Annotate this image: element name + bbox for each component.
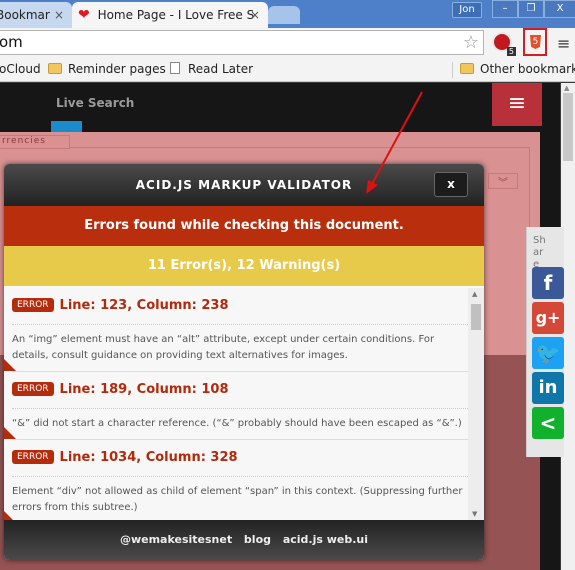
error-location: Line: 123, Column: 238	[59, 297, 229, 313]
folder-icon	[48, 63, 62, 74]
linkedin-icon: in	[538, 377, 558, 398]
facebook-icon: f	[543, 271, 553, 295]
error-badge: ERROR	[12, 382, 54, 396]
bookmarks-bar: oCloud Reminder pages Read Later Other b…	[0, 58, 575, 82]
adblock-count-badge: 5	[506, 47, 516, 56]
scrollbar-thumb[interactable]	[563, 93, 573, 161]
footer-link-twitter[interactable]: @wemakesitesnet	[120, 533, 232, 546]
folder-icon	[460, 63, 474, 74]
dialog-title: ACID.JS MARKUP VALIDATOR	[135, 178, 353, 192]
bookmark-star-icon[interactable]: ☆	[463, 31, 479, 54]
share-sidebar: Share f g+ 🐦 in <	[526, 227, 564, 457]
scroll-down-arrow-icon[interactable]: ▼	[472, 510, 477, 518]
twitter-share-button[interactable]: 🐦	[532, 337, 564, 369]
minimize-button[interactable]: –	[492, 0, 518, 18]
currencies-tab[interactable]: rrencies	[0, 135, 70, 149]
error-summary-banner: 11 Error(s), 12 Warning(s)	[4, 246, 484, 286]
url-text: om	[0, 33, 23, 51]
page-icon	[170, 62, 180, 74]
error-location: Line: 1034, Column: 328	[59, 449, 238, 465]
other-bookmarks[interactable]: Other bookmarks	[460, 62, 575, 76]
browser-tab-bar: Bookmar × ❤ Home Page - I Love Free S × …	[0, 0, 575, 28]
error-badge: ERROR	[12, 298, 54, 312]
facebook-share-button[interactable]: f	[532, 267, 564, 299]
error-alert-banner: Errors found while checking this documen…	[4, 206, 484, 246]
new-tab-button[interactable]	[268, 6, 300, 24]
scroll-up-arrow-icon[interactable]: ▲	[472, 290, 477, 298]
bookmark-label: oCloud	[0, 62, 41, 76]
html5-icon: 5	[530, 35, 541, 49]
error-item: ERROR Line: 1034, Column: 328 Element “di…	[4, 440, 468, 520]
error-item: ERROR Line: 123, Column: 238 An “img” ele…	[4, 288, 468, 372]
google-plus-share-button[interactable]: g+	[532, 302, 564, 334]
share-icon: <	[539, 411, 557, 435]
adblock-extension-icon[interactable]: 5	[492, 32, 516, 56]
google-plus-icon: g+	[535, 308, 561, 327]
close-tab-icon[interactable]: ×	[54, 2, 64, 28]
address-bar[interactable]: om ☆	[0, 30, 484, 55]
error-message: An “img” element must have an “alt” attr…	[12, 334, 435, 361]
bookmarks-divider	[452, 62, 453, 78]
bookmark-label: Other bookmarks	[480, 62, 575, 76]
dialog-header: ACID.JS MARKUP VALIDATOR x	[4, 164, 484, 206]
markup-validator-dialog: ACID.JS MARKUP VALIDATOR x Errors found …	[4, 164, 484, 560]
close-dialog-button[interactable]: x	[434, 172, 468, 197]
tab-bookmarks[interactable]: Bookmar ×	[0, 2, 72, 28]
corner-marker	[4, 359, 16, 371]
error-badge: ERROR	[12, 450, 54, 464]
error-list-scrollbar[interactable]: ▲ ▼	[468, 288, 484, 520]
tab-title: Bookmar	[0, 8, 50, 22]
scrollbar-thumb[interactable]	[471, 304, 481, 330]
tab-title: Home Page - I Love Free S	[97, 8, 255, 22]
profile-button[interactable]: Jon	[452, 2, 482, 18]
bookmark-label: Reminder pages	[68, 62, 166, 76]
currency-select[interactable]: ︾	[488, 173, 518, 189]
linkedin-share-button[interactable]: in	[532, 372, 564, 404]
error-message: Element “div” not allowed as child of el…	[12, 486, 463, 513]
error-location: Line: 189, Column: 108	[59, 381, 229, 397]
tab-home-page[interactable]: ❤ Home Page - I Love Free S ×	[72, 2, 268, 28]
browser-toolbar: om ☆ 5 5 ≡	[0, 28, 575, 58]
corner-marker	[4, 511, 16, 520]
share-label: Share	[533, 235, 546, 270]
footer-link-blog[interactable]: blog	[244, 533, 271, 546]
error-list: ERROR Line: 123, Column: 238 An “img” ele…	[4, 288, 484, 520]
bookmark-read-later[interactable]: Read Later	[170, 62, 253, 76]
error-message: “&” did not start a character reference.…	[12, 418, 462, 429]
corner-marker	[4, 427, 16, 439]
error-item: ERROR Line: 189, Column: 108 “&” did not …	[4, 372, 468, 440]
chrome-menu-icon[interactable]: ≡	[557, 34, 570, 53]
twitter-icon: 🐦	[535, 341, 561, 365]
generic-share-button[interactable]: <	[532, 407, 564, 439]
scroll-up-arrow-icon[interactable]: ▲	[564, 84, 569, 92]
restore-button[interactable]: ❐	[518, 0, 544, 18]
html5-validator-extension-button[interactable]: 5	[523, 28, 547, 56]
bookmark-label: Read Later	[188, 62, 254, 76]
heart-icon: ❤	[78, 7, 90, 23]
close-tab-icon[interactable]: ×	[250, 2, 260, 28]
dialog-footer: @wemakesitesnet blog acid.js web.ui	[4, 520, 484, 560]
live-search-label: Live Search	[56, 96, 135, 110]
close-window-button[interactable]: X	[544, 0, 575, 18]
site-menu-button[interactable]: ≡	[492, 83, 542, 126]
footer-link-acidjs[interactable]: acid.js web.ui	[283, 533, 368, 546]
bookmark-cloud[interactable]: oCloud	[0, 62, 41, 76]
bookmark-reminder-pages[interactable]: Reminder pages	[48, 62, 166, 76]
